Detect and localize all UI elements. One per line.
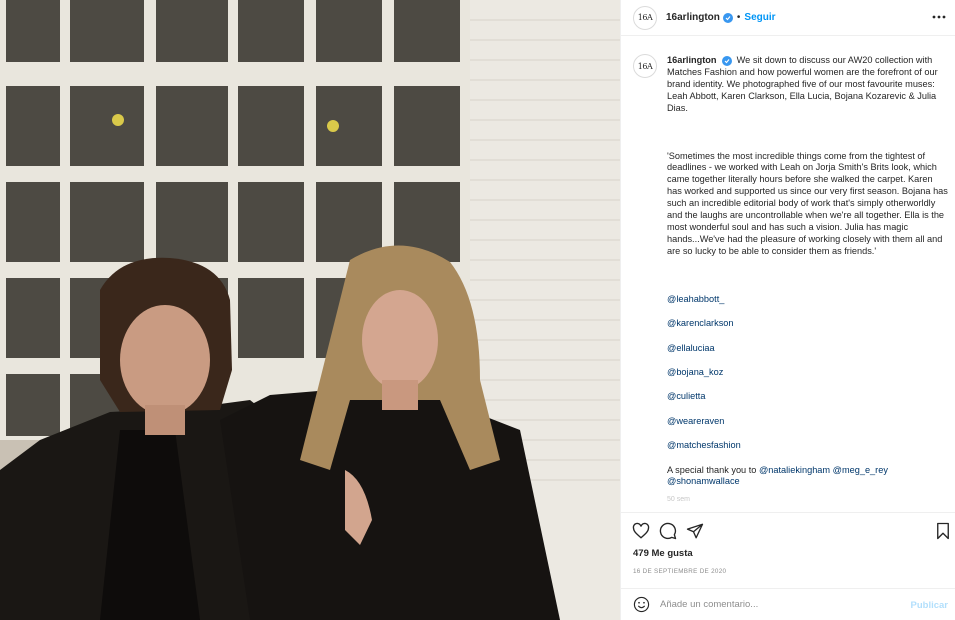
verified-badge-icon: [722, 12, 733, 23]
post-panel: 16A 16arlington • Seguir 16A 16arlington…: [620, 0, 955, 620]
caption-username[interactable]: 16arlington: [667, 55, 717, 65]
avatar[interactable]: 16A: [633, 5, 657, 30]
add-comment-bar: Publicar: [621, 588, 955, 620]
photo-illustration: [0, 0, 620, 620]
post-header: 16A 16arlington • Seguir: [621, 0, 955, 36]
share-icon[interactable]: [686, 522, 704, 540]
publish-button[interactable]: Publicar: [911, 600, 949, 611]
mention-link[interactable]: @ellaluciaa: [667, 343, 948, 355]
post-username[interactable]: 16arlington: [666, 12, 720, 23]
comments-area[interactable]: 16arlington We sit down to discuss our A…: [621, 37, 955, 510]
mention-link[interactable]: @matchesfashion: [667, 440, 948, 452]
thanks-mention[interactable]: @meg_e_rey: [833, 465, 888, 475]
thanks-line: A special thank you to @nataliekingham @…: [667, 465, 948, 489]
thanks-prefix: A special thank you to: [667, 464, 759, 475]
mention-link[interactable]: @karenclarkson: [667, 318, 948, 330]
more-options-icon[interactable]: [932, 10, 946, 24]
caption-time: 50 sem: [667, 496, 690, 504]
comment-input[interactable]: [660, 599, 890, 610]
comment-icon[interactable]: [659, 522, 677, 540]
caption: 16arlington We sit down to discuss our A…: [667, 55, 948, 115]
mention-link[interactable]: @leahabbott_: [667, 294, 948, 306]
post-date[interactable]: 16 de septiembre de 2020: [633, 568, 726, 575]
follow-button[interactable]: Seguir: [744, 12, 775, 23]
thanks-mention[interactable]: @nataliekingham: [759, 465, 830, 475]
caption-quote: 'Sometimes the most incredible things co…: [667, 150, 948, 256]
post-photo[interactable]: [0, 0, 620, 620]
separator-dot: •: [736, 12, 741, 23]
heart-icon[interactable]: [632, 522, 650, 540]
mention-link[interactable]: @bojana_koz: [667, 367, 948, 379]
verified-badge-icon: [722, 56, 733, 66]
likes-count[interactable]: 479 Me gusta: [633, 548, 693, 559]
thanks-mention[interactable]: @shonamwallace: [667, 476, 740, 486]
mention-link[interactable]: @weareraven: [667, 416, 948, 428]
bookmark-icon[interactable]: [934, 522, 952, 540]
emoji-icon[interactable]: [633, 596, 650, 613]
action-bar: [621, 512, 955, 548]
mention-link[interactable]: @culietta: [667, 391, 948, 403]
